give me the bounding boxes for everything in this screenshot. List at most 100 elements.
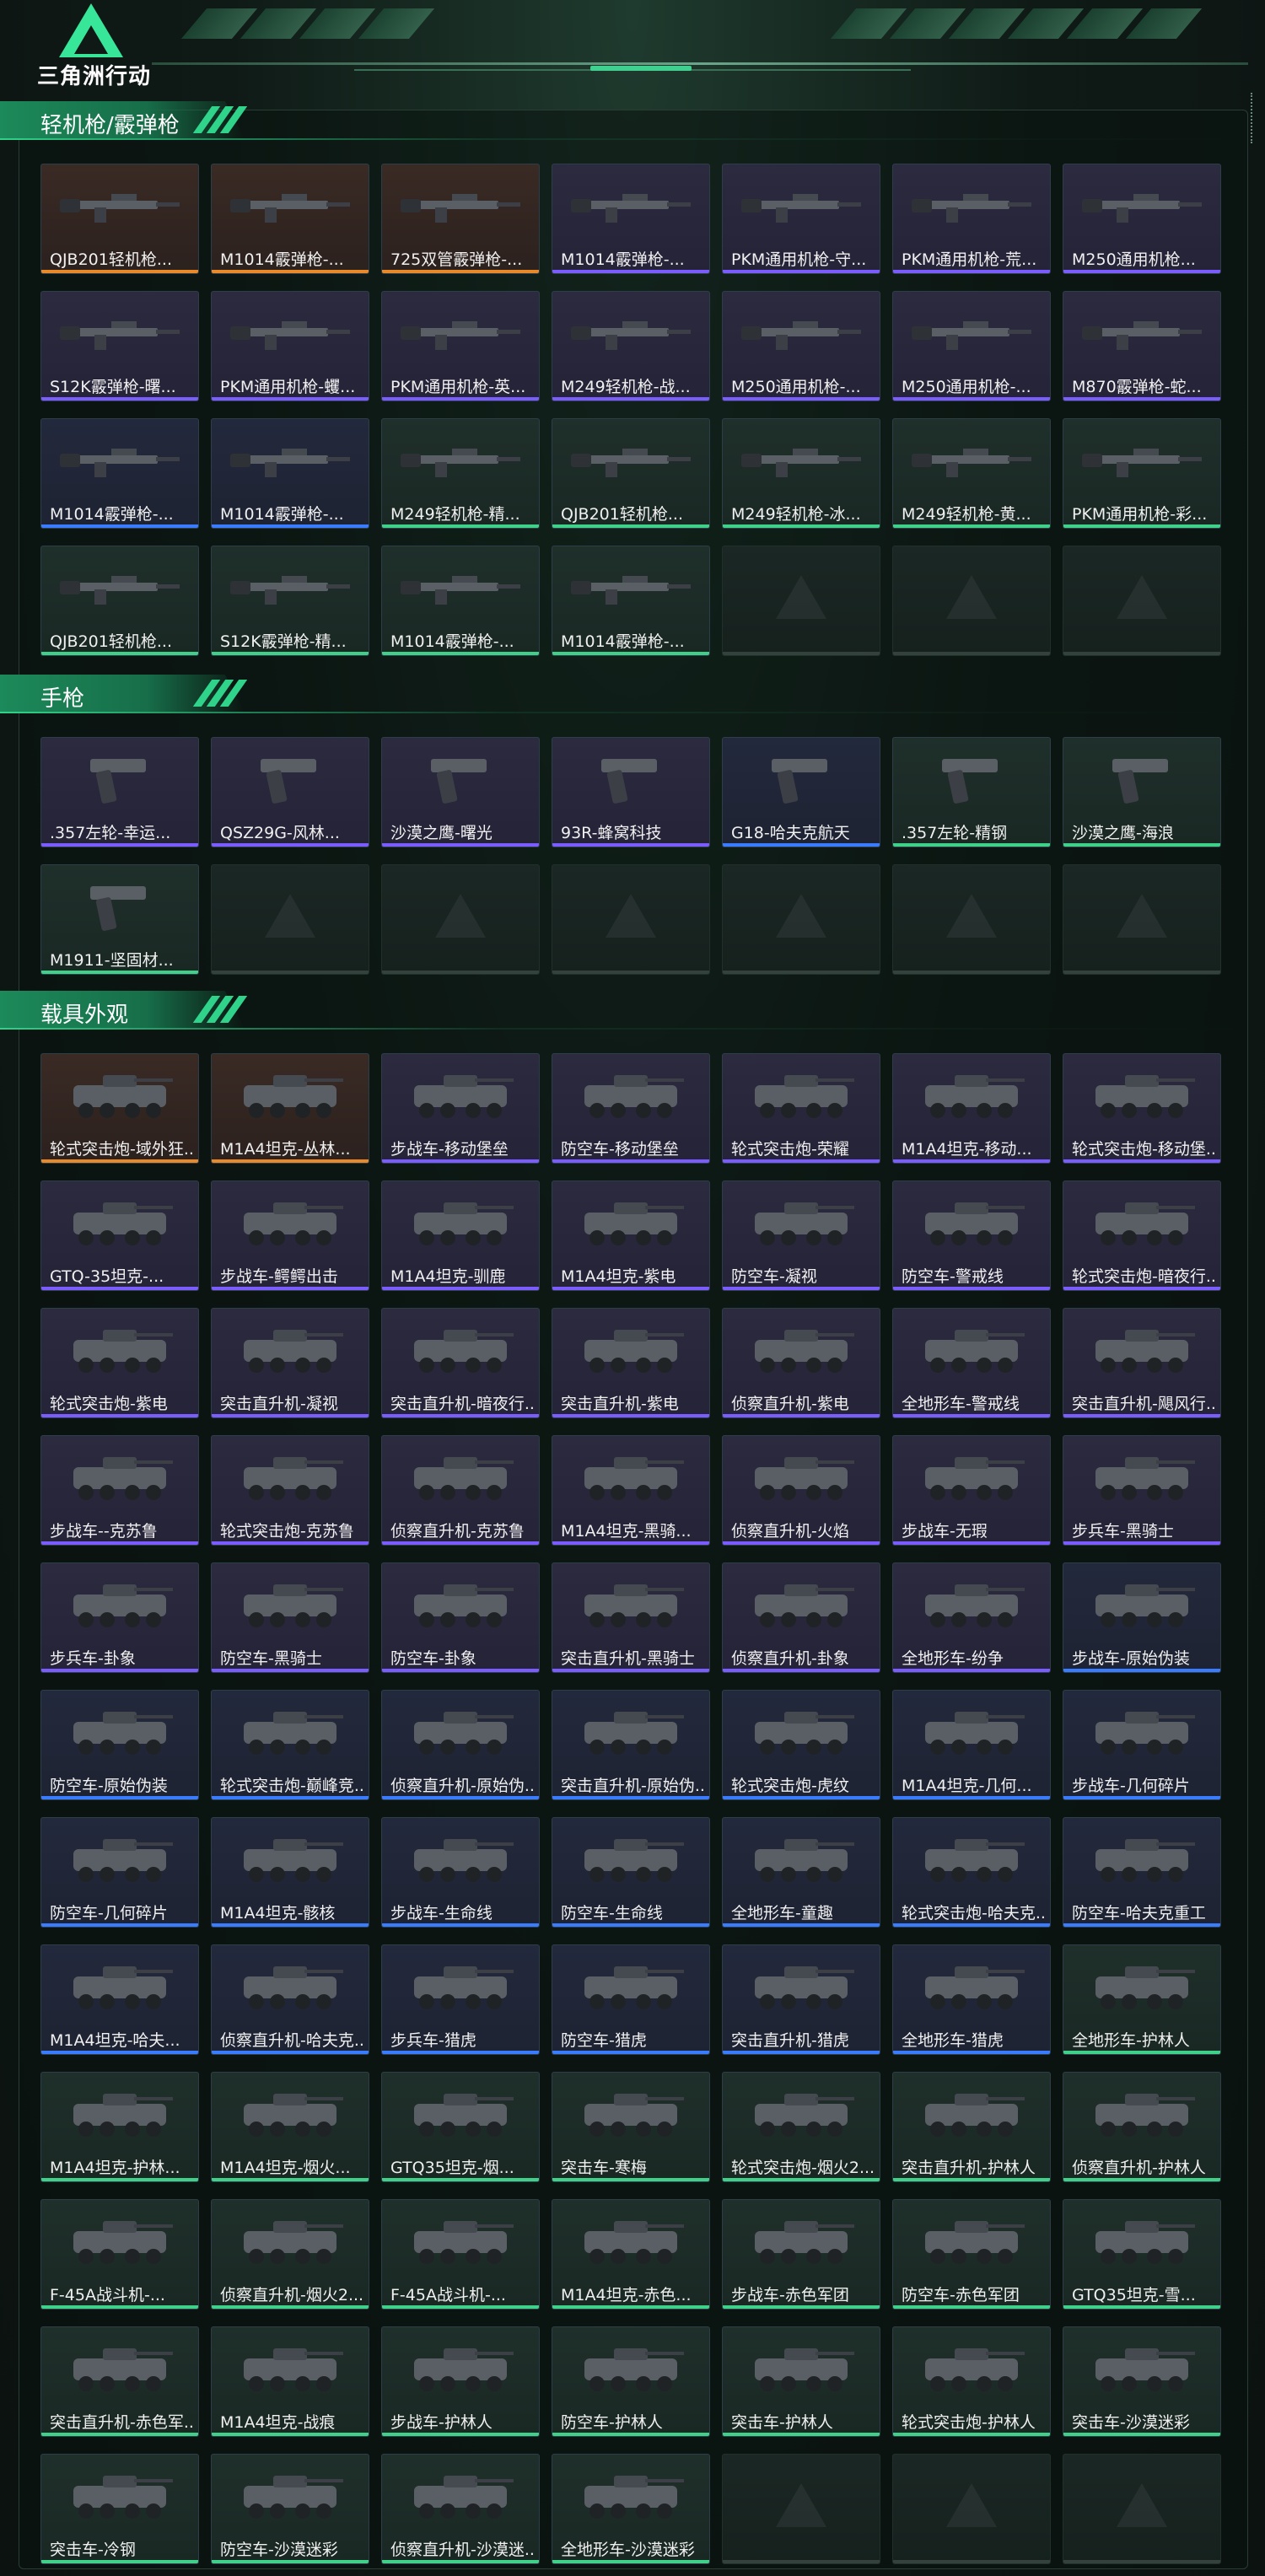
skin-card[interactable]: 侦察直升机-护林人 — [1063, 2072, 1221, 2182]
skin-card[interactable]: M1014霰弹枪-... — [381, 546, 540, 656]
skin-card[interactable]: 防空车-护林人 — [552, 2326, 710, 2437]
skin-card[interactable]: 突击直升机-暗夜行... — [381, 1308, 540, 1418]
skin-card[interactable]: PKM通用机枪-英... — [381, 291, 540, 401]
skin-card[interactable]: M1911-坚固材... — [40, 864, 199, 975]
skin-card[interactable]: 侦察直升机-原始伪... — [381, 1690, 540, 1800]
skin-card[interactable]: 轮式突击炮-紫电 — [40, 1308, 199, 1418]
skin-card[interactable]: 步战车-护林人 — [381, 2326, 540, 2437]
skin-card[interactable]: 侦察直升机-沙漠迷... — [381, 2454, 540, 2564]
skin-card[interactable]: M1014霰弹枪-... — [40, 418, 199, 529]
skin-card[interactable]: 突击车-沙漠迷彩 — [1063, 2326, 1221, 2437]
skin-card[interactable]: S12K霰弹枪-曙... — [40, 291, 199, 401]
skin-card[interactable]: 轮式突击炮-域外狂... — [40, 1053, 199, 1164]
skin-card[interactable]: .357左轮-幸运... — [40, 737, 199, 847]
skin-card[interactable]: M1014霰弹枪-... — [552, 546, 710, 656]
skin-card[interactable]: 步兵车-猎虎 — [381, 1944, 540, 2055]
skin-card[interactable]: 全地形车-护林人 — [1063, 1944, 1221, 2055]
skin-card[interactable]: M250通用机枪... — [1063, 164, 1221, 274]
skin-card[interactable]: M1A4坦克-丛林... — [211, 1053, 369, 1164]
skin-card[interactable]: 全地形车-纷争 — [892, 1562, 1051, 1673]
skin-card[interactable]: 突击车-寒梅 — [552, 2072, 710, 2182]
skin-card[interactable]: 防空车-凝视 — [722, 1180, 880, 1291]
skin-card[interactable]: 轮式突击炮-护林人 — [892, 2326, 1051, 2437]
skin-card[interactable]: 侦察直升机-克苏鲁 — [381, 1435, 540, 1546]
skin-card[interactable]: M1A4坦克-紫电 — [552, 1180, 710, 1291]
skin-card[interactable]: QJB201轻机枪... — [40, 164, 199, 274]
skin-card[interactable]: S12K霰弹枪-精... — [211, 546, 369, 656]
skin-card[interactable]: M1A4坦克-护林... — [40, 2072, 199, 2182]
skin-card[interactable]: 全地形车-警戒线 — [892, 1308, 1051, 1418]
skin-card[interactable]: M1014霰弹枪-... — [211, 418, 369, 529]
skin-card[interactable]: 步战车-几何碎片 — [1063, 1690, 1221, 1800]
skin-card[interactable]: M1A4坦克-驯鹿 — [381, 1180, 540, 1291]
skin-card[interactable]: 轮式突击炮-暗夜行... — [1063, 1180, 1221, 1291]
skin-card[interactable]: 步兵车-卦象 — [40, 1562, 199, 1673]
skin-card[interactable]: 侦察直升机-烟火2... — [211, 2199, 369, 2310]
skin-card[interactable]: 轮式突击炮-克苏鲁 — [211, 1435, 369, 1546]
skin-card[interactable]: M1A4坦克-哈夫... — [40, 1944, 199, 2055]
skin-card[interactable]: 突击直升机-护林人 — [892, 2072, 1051, 2182]
skin-card[interactable]: M249轻机枪-战... — [552, 291, 710, 401]
skin-card[interactable]: 步战车-移动堡垒 — [381, 1053, 540, 1164]
skin-card[interactable]: 725双管霰弹枪-... — [381, 164, 540, 274]
skin-card[interactable]: 突击直升机-赤色军... — [40, 2326, 199, 2437]
skin-card[interactable]: 突击直升机-黑骑士 — [552, 1562, 710, 1673]
skin-card[interactable]: 突击车-护林人 — [722, 2326, 880, 2437]
skin-card[interactable]: M1A4坦克-几何... — [892, 1690, 1051, 1800]
skin-card[interactable]: GTQ35坦克-烟... — [381, 2072, 540, 2182]
skin-card[interactable]: 侦察直升机-火焰 — [722, 1435, 880, 1546]
skin-card[interactable]: 轮式突击炮-移动堡... — [1063, 1053, 1221, 1164]
skin-card[interactable]: M1A4坦克-骸核 — [211, 1817, 369, 1928]
skin-card[interactable]: 步战车-原始伪装 — [1063, 1562, 1221, 1673]
skin-card[interactable]: 步兵车-黑骑士 — [1063, 1435, 1221, 1546]
skin-card[interactable]: M249轻机枪-精... — [381, 418, 540, 529]
skin-card[interactable]: 防空车-警戒线 — [892, 1180, 1051, 1291]
skin-card[interactable]: 轮式突击炮-巅峰竞... — [211, 1690, 369, 1800]
skin-card[interactable]: 全地形车-猎虎 — [892, 1944, 1051, 2055]
skin-card[interactable]: PKM通用机枪-守... — [722, 164, 880, 274]
skin-card[interactable]: 轮式突击炮-荣耀 — [722, 1053, 880, 1164]
skin-card[interactable]: QSZ29G-风林... — [211, 737, 369, 847]
skin-card[interactable]: M1A4坦克-战痕 — [211, 2326, 369, 2437]
skin-card[interactable]: 防空车-黑骑士 — [211, 1562, 369, 1673]
skin-card[interactable]: GTQ-35坦克-... — [40, 1180, 199, 1291]
skin-card[interactable]: 防空车-猎虎 — [552, 1944, 710, 2055]
skin-card[interactable]: 突击直升机-原始伪... — [552, 1690, 710, 1800]
skin-card[interactable]: 93R-蜂窝科技 — [552, 737, 710, 847]
skin-card[interactable]: 突击直升机-凝视 — [211, 1308, 369, 1418]
skin-card[interactable]: PKM通用机枪-蠼... — [211, 291, 369, 401]
skin-card[interactable]: 步战车-鳄鳄出击 — [211, 1180, 369, 1291]
skin-card[interactable]: 全地形车-沙漠迷彩 — [552, 2454, 710, 2564]
skin-card[interactable]: M1014霰弹枪-... — [211, 164, 369, 274]
skin-card[interactable]: PKM通用机枪-荒... — [892, 164, 1051, 274]
skin-card[interactable]: 轮式突击炮-烟火2... — [722, 2072, 880, 2182]
skin-card[interactable]: 全地形车-童趣 — [722, 1817, 880, 1928]
skin-card[interactable]: F-45A战斗机-... — [381, 2199, 540, 2310]
skin-card[interactable]: 防空车-生命线 — [552, 1817, 710, 1928]
skin-card[interactable]: F-45A战斗机-... — [40, 2199, 199, 2310]
skin-card[interactable]: 防空车-哈夫克重工 — [1063, 1817, 1221, 1928]
skin-card[interactable]: 防空车-原始伪装 — [40, 1690, 199, 1800]
skin-card[interactable]: 步战车--克苏鲁 — [40, 1435, 199, 1546]
skin-card[interactable]: 侦察直升机-卦象 — [722, 1562, 880, 1673]
skin-card[interactable]: 侦察直升机-紫电 — [722, 1308, 880, 1418]
skin-card[interactable]: PKM通用机枪-彩... — [1063, 418, 1221, 529]
skin-card[interactable]: 沙漠之鹰-曙光 — [381, 737, 540, 847]
skin-card[interactable]: M1A4坦克-移动... — [892, 1053, 1051, 1164]
skin-card[interactable]: QJB201轻机枪... — [40, 546, 199, 656]
skin-card[interactable]: 突击直升机-飓风行... — [1063, 1308, 1221, 1418]
skin-card[interactable]: M250通用机枪-... — [892, 291, 1051, 401]
skin-card[interactable]: 轮式突击炮-虎纹 — [722, 1690, 880, 1800]
skin-card[interactable]: M249轻机枪-黄... — [892, 418, 1051, 529]
skin-card[interactable]: M1A4坦克-赤色... — [552, 2199, 710, 2310]
skin-card[interactable]: 侦察直升机-哈夫克... — [211, 1944, 369, 2055]
skin-card[interactable]: M250通用机枪-... — [722, 291, 880, 401]
skin-card[interactable]: 沙漠之鹰-海浪 — [1063, 737, 1221, 847]
skin-card[interactable]: M870霰弹枪-蛇... — [1063, 291, 1221, 401]
skin-card[interactable]: 突击直升机-猎虎 — [722, 1944, 880, 2055]
skin-card[interactable]: M1014霰弹枪-... — [552, 164, 710, 274]
skin-card[interactable]: 突击直升机-紫电 — [552, 1308, 710, 1418]
skin-card[interactable]: GTQ35坦克-雪... — [1063, 2199, 1221, 2310]
skin-card[interactable]: 防空车-沙漠迷彩 — [211, 2454, 369, 2564]
skin-card[interactable]: M249轻机枪-冰... — [722, 418, 880, 529]
